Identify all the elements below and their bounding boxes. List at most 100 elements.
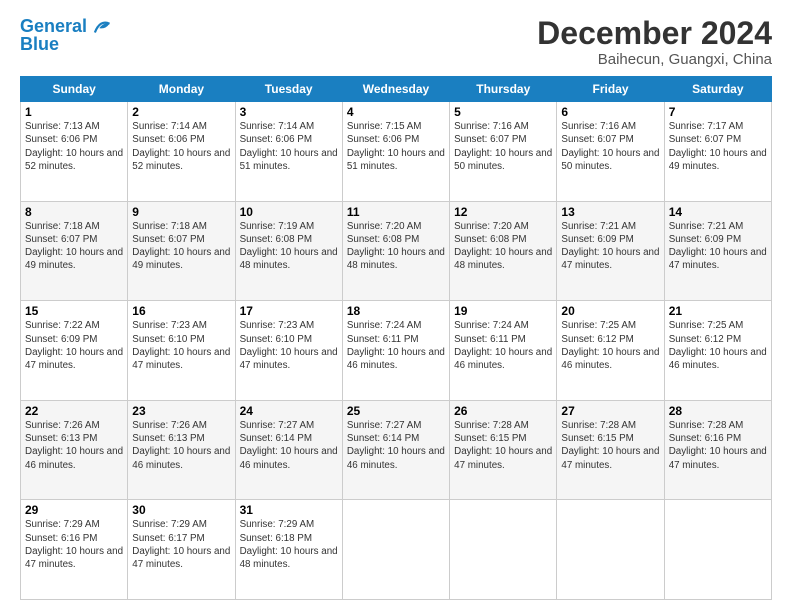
calendar-title: December 2024 <box>537 16 772 51</box>
day-number: 31 <box>240 503 338 517</box>
calendar-cell: 28 Sunrise: 7:28 AM Sunset: 6:16 PM Dayl… <box>664 400 771 500</box>
day-number: 4 <box>347 105 445 119</box>
day-info: Sunrise: 7:16 AM Sunset: 6:07 PM Dayligh… <box>561 120 659 173</box>
day-info: Sunrise: 7:21 AM Sunset: 6:09 PM Dayligh… <box>561 220 659 273</box>
calendar-cell: 20 Sunrise: 7:25 AM Sunset: 6:12 PM Dayl… <box>557 301 664 401</box>
calendar-header-monday: Monday <box>128 77 235 102</box>
day-number: 15 <box>25 304 123 318</box>
day-info: Sunrise: 7:28 AM Sunset: 6:15 PM Dayligh… <box>454 419 552 472</box>
calendar-cell: 8 Sunrise: 7:18 AM Sunset: 6:07 PM Dayli… <box>21 201 128 301</box>
day-info: Sunrise: 7:28 AM Sunset: 6:15 PM Dayligh… <box>561 419 659 472</box>
calendar-cell <box>557 500 664 600</box>
day-info: Sunrise: 7:22 AM Sunset: 6:09 PM Dayligh… <box>25 319 123 372</box>
day-number: 20 <box>561 304 659 318</box>
calendar-cell: 31 Sunrise: 7:29 AM Sunset: 6:18 PM Dayl… <box>235 500 342 600</box>
day-number: 28 <box>669 404 767 418</box>
calendar-header-tuesday: Tuesday <box>235 77 342 102</box>
calendar-header-sunday: Sunday <box>21 77 128 102</box>
logo-icon <box>89 16 111 38</box>
day-info: Sunrise: 7:19 AM Sunset: 6:08 PM Dayligh… <box>240 220 338 273</box>
header: General Blue December 2024 Baihecun, Gua… <box>20 16 772 68</box>
day-info: Sunrise: 7:26 AM Sunset: 6:13 PM Dayligh… <box>25 419 123 472</box>
calendar-header-friday: Friday <box>557 77 664 102</box>
calendar-cell: 12 Sunrise: 7:20 AM Sunset: 6:08 PM Dayl… <box>450 201 557 301</box>
day-number: 19 <box>454 304 552 318</box>
calendar-cell: 5 Sunrise: 7:16 AM Sunset: 6:07 PM Dayli… <box>450 102 557 202</box>
day-number: 21 <box>669 304 767 318</box>
calendar-cell: 29 Sunrise: 7:29 AM Sunset: 6:16 PM Dayl… <box>21 500 128 600</box>
day-number: 1 <box>25 105 123 119</box>
day-number: 2 <box>132 105 230 119</box>
day-info: Sunrise: 7:29 AM Sunset: 6:16 PM Dayligh… <box>25 518 123 571</box>
day-number: 12 <box>454 205 552 219</box>
day-number: 10 <box>240 205 338 219</box>
calendar-cell: 11 Sunrise: 7:20 AM Sunset: 6:08 PM Dayl… <box>342 201 449 301</box>
day-info: Sunrise: 7:25 AM Sunset: 6:12 PM Dayligh… <box>561 319 659 372</box>
day-number: 3 <box>240 105 338 119</box>
day-info: Sunrise: 7:17 AM Sunset: 6:07 PM Dayligh… <box>669 120 767 173</box>
day-number: 8 <box>25 205 123 219</box>
day-number: 22 <box>25 404 123 418</box>
day-info: Sunrise: 7:29 AM Sunset: 6:18 PM Dayligh… <box>240 518 338 571</box>
day-info: Sunrise: 7:24 AM Sunset: 6:11 PM Dayligh… <box>454 319 552 372</box>
day-number: 30 <box>132 503 230 517</box>
day-info: Sunrise: 7:14 AM Sunset: 6:06 PM Dayligh… <box>240 120 338 173</box>
day-info: Sunrise: 7:13 AM Sunset: 6:06 PM Dayligh… <box>25 120 123 173</box>
calendar-cell: 1 Sunrise: 7:13 AM Sunset: 6:06 PM Dayli… <box>21 102 128 202</box>
calendar-cell: 24 Sunrise: 7:27 AM Sunset: 6:14 PM Dayl… <box>235 400 342 500</box>
day-number: 24 <box>240 404 338 418</box>
calendar-cell: 16 Sunrise: 7:23 AM Sunset: 6:10 PM Dayl… <box>128 301 235 401</box>
day-info: Sunrise: 7:20 AM Sunset: 6:08 PM Dayligh… <box>454 220 552 273</box>
calendar-cell: 9 Sunrise: 7:18 AM Sunset: 6:07 PM Dayli… <box>128 201 235 301</box>
calendar-cell <box>450 500 557 600</box>
calendar-cell: 3 Sunrise: 7:14 AM Sunset: 6:06 PM Dayli… <box>235 102 342 202</box>
calendar-cell: 13 Sunrise: 7:21 AM Sunset: 6:09 PM Dayl… <box>557 201 664 301</box>
calendar-cell: 26 Sunrise: 7:28 AM Sunset: 6:15 PM Dayl… <box>450 400 557 500</box>
calendar-header-thursday: Thursday <box>450 77 557 102</box>
day-info: Sunrise: 7:16 AM Sunset: 6:07 PM Dayligh… <box>454 120 552 173</box>
day-info: Sunrise: 7:18 AM Sunset: 6:07 PM Dayligh… <box>132 220 230 273</box>
day-number: 5 <box>454 105 552 119</box>
calendar-cell: 25 Sunrise: 7:27 AM Sunset: 6:14 PM Dayl… <box>342 400 449 500</box>
calendar-week-row: 22 Sunrise: 7:26 AM Sunset: 6:13 PM Dayl… <box>21 400 772 500</box>
calendar-cell: 6 Sunrise: 7:16 AM Sunset: 6:07 PM Dayli… <box>557 102 664 202</box>
day-number: 16 <box>132 304 230 318</box>
day-info: Sunrise: 7:27 AM Sunset: 6:14 PM Dayligh… <box>240 419 338 472</box>
calendar-week-row: 8 Sunrise: 7:18 AM Sunset: 6:07 PM Dayli… <box>21 201 772 301</box>
calendar-cell: 7 Sunrise: 7:17 AM Sunset: 6:07 PM Dayli… <box>664 102 771 202</box>
calendar-header-saturday: Saturday <box>664 77 771 102</box>
calendar-cell: 17 Sunrise: 7:23 AM Sunset: 6:10 PM Dayl… <box>235 301 342 401</box>
day-info: Sunrise: 7:25 AM Sunset: 6:12 PM Dayligh… <box>669 319 767 372</box>
day-info: Sunrise: 7:27 AM Sunset: 6:14 PM Dayligh… <box>347 419 445 472</box>
day-number: 9 <box>132 205 230 219</box>
calendar-header-row: SundayMondayTuesdayWednesdayThursdayFrid… <box>21 77 772 102</box>
calendar-cell: 15 Sunrise: 7:22 AM Sunset: 6:09 PM Dayl… <box>21 301 128 401</box>
day-number: 23 <box>132 404 230 418</box>
day-number: 18 <box>347 304 445 318</box>
calendar-cell: 23 Sunrise: 7:26 AM Sunset: 6:13 PM Dayl… <box>128 400 235 500</box>
calendar-cell: 21 Sunrise: 7:25 AM Sunset: 6:12 PM Dayl… <box>664 301 771 401</box>
title-block: December 2024 Baihecun, Guangxi, China <box>537 16 772 68</box>
calendar-cell: 30 Sunrise: 7:29 AM Sunset: 6:17 PM Dayl… <box>128 500 235 600</box>
calendar-cell: 27 Sunrise: 7:28 AM Sunset: 6:15 PM Dayl… <box>557 400 664 500</box>
calendar-cell: 19 Sunrise: 7:24 AM Sunset: 6:11 PM Dayl… <box>450 301 557 401</box>
calendar-cell: 4 Sunrise: 7:15 AM Sunset: 6:06 PM Dayli… <box>342 102 449 202</box>
calendar-week-row: 29 Sunrise: 7:29 AM Sunset: 6:16 PM Dayl… <box>21 500 772 600</box>
calendar-cell: 22 Sunrise: 7:26 AM Sunset: 6:13 PM Dayl… <box>21 400 128 500</box>
day-info: Sunrise: 7:21 AM Sunset: 6:09 PM Dayligh… <box>669 220 767 273</box>
calendar-cell <box>342 500 449 600</box>
day-info: Sunrise: 7:26 AM Sunset: 6:13 PM Dayligh… <box>132 419 230 472</box>
day-number: 14 <box>669 205 767 219</box>
day-number: 27 <box>561 404 659 418</box>
day-info: Sunrise: 7:18 AM Sunset: 6:07 PM Dayligh… <box>25 220 123 273</box>
calendar-week-row: 15 Sunrise: 7:22 AM Sunset: 6:09 PM Dayl… <box>21 301 772 401</box>
day-info: Sunrise: 7:28 AM Sunset: 6:16 PM Dayligh… <box>669 419 767 472</box>
calendar-cell: 18 Sunrise: 7:24 AM Sunset: 6:11 PM Dayl… <box>342 301 449 401</box>
day-number: 17 <box>240 304 338 318</box>
calendar-week-row: 1 Sunrise: 7:13 AM Sunset: 6:06 PM Dayli… <box>21 102 772 202</box>
day-info: Sunrise: 7:15 AM Sunset: 6:06 PM Dayligh… <box>347 120 445 173</box>
calendar-cell <box>664 500 771 600</box>
day-number: 26 <box>454 404 552 418</box>
calendar-header-wednesday: Wednesday <box>342 77 449 102</box>
day-info: Sunrise: 7:29 AM Sunset: 6:17 PM Dayligh… <box>132 518 230 571</box>
